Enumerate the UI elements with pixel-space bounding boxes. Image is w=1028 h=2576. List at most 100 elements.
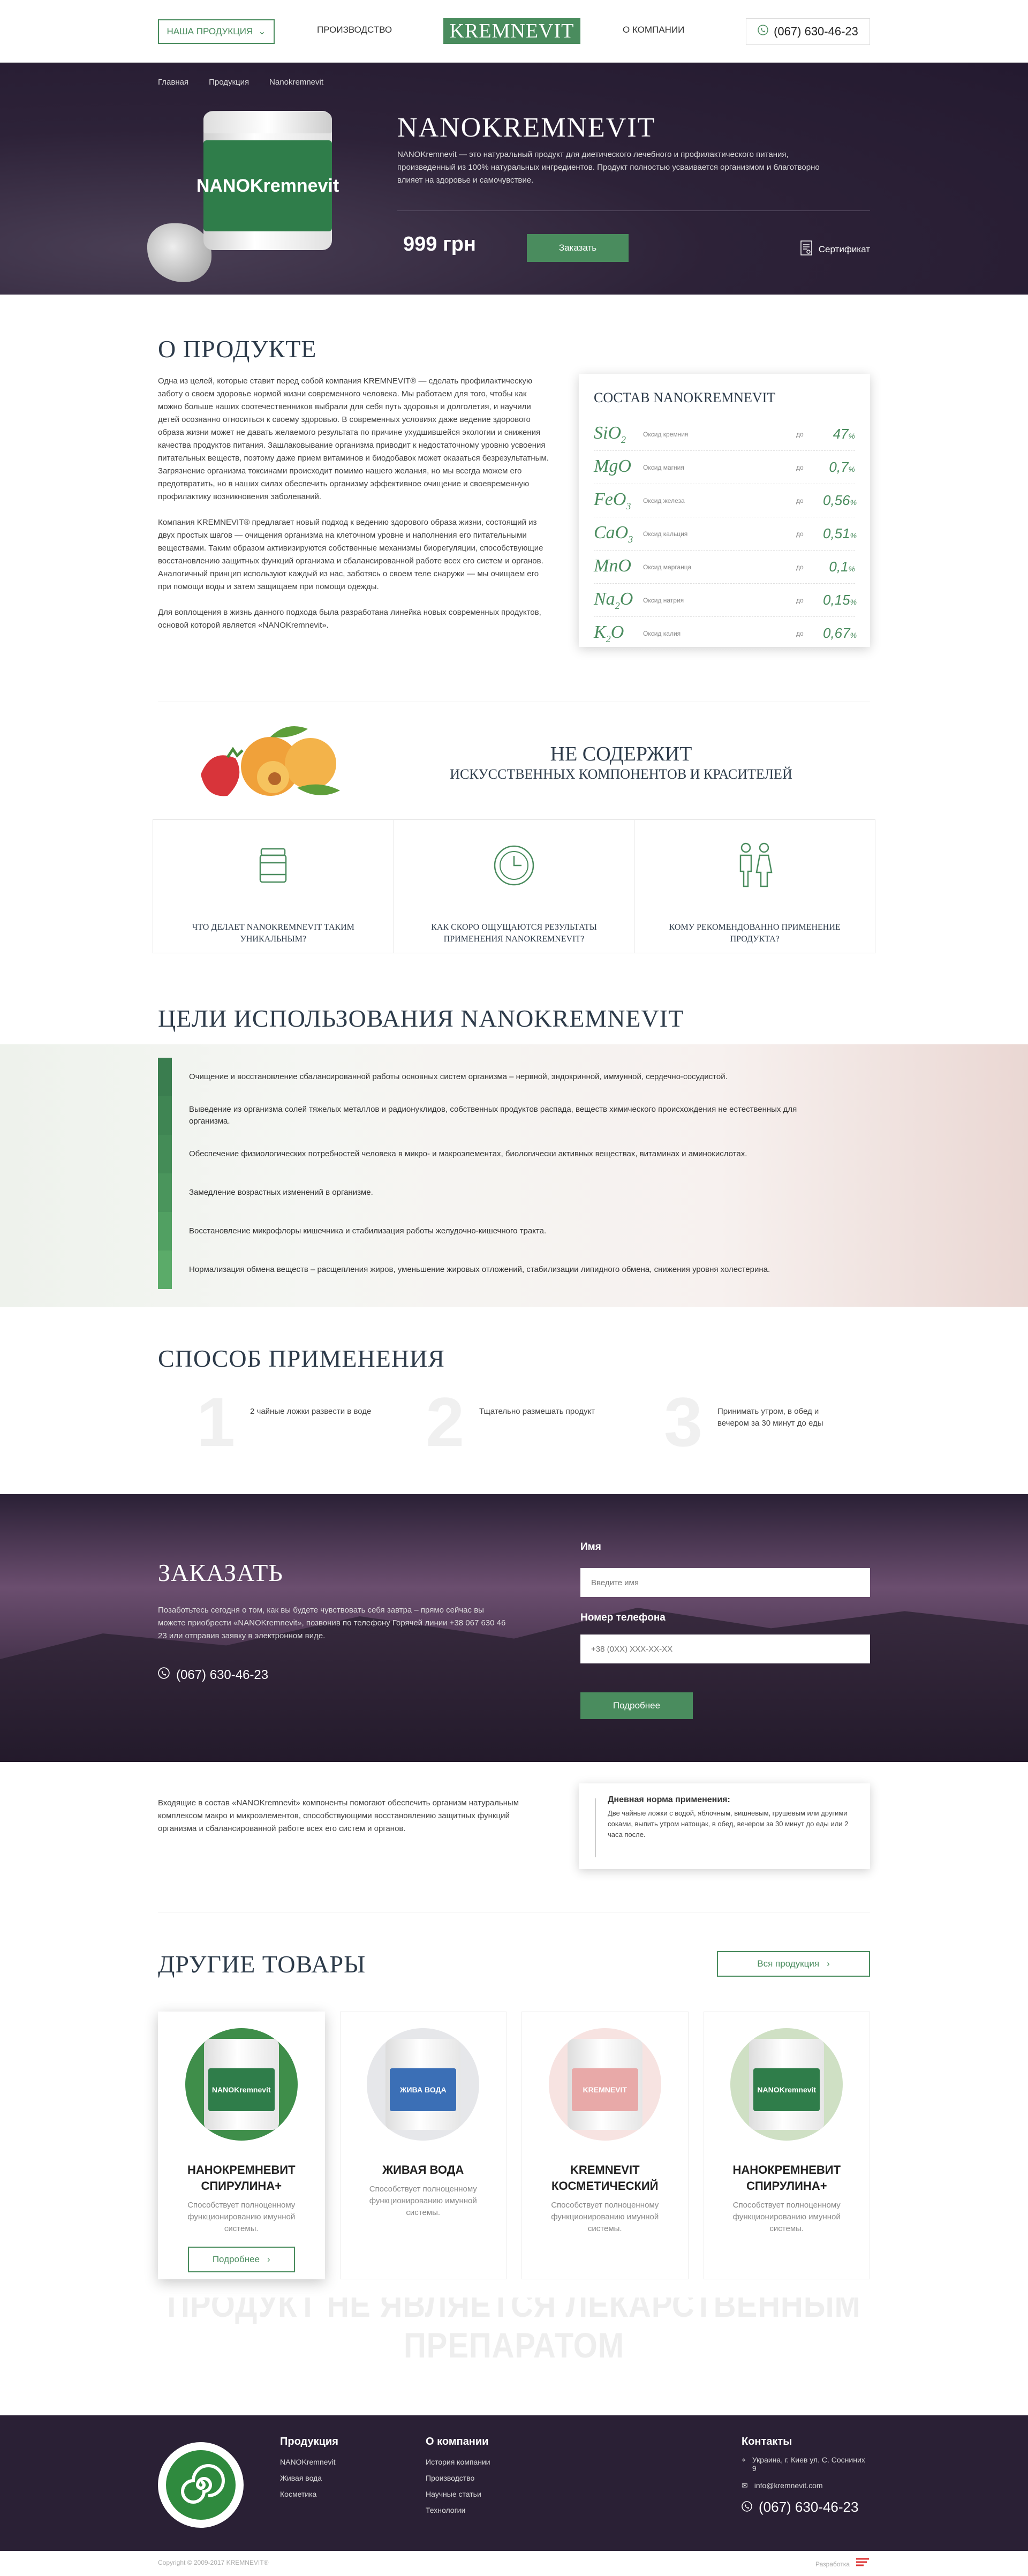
step-text: 2 чайные ложки развести в воде [250,1407,372,1416]
faq-question: КАК СКОРО ОЩУЩАЮТСЯ РЕЗУЛЬТАТЫ ПРИМЕНЕНИ… [431,923,597,944]
disclaimer-section: ПРОДУКТ НЕ ЯВЛЯЕТСЯ ЛЕКАРСТВЕННЫМ ПРЕПАР… [0,2298,1028,2415]
goal-text: Обеспечение физиологических потребностей… [189,1149,747,1158]
method-section: СПОСОБ ПРИМЕНЕНИЯ 1 2 чайные ложки разве… [158,1307,870,1494]
breadcrumb: Главная Продукция Nanokremnevit [158,78,323,87]
element-name: Оксид кальция [643,530,688,538]
goal-text: Выведение из организма солей тяжелых мет… [189,1105,797,1126]
goal-bar [158,1096,172,1135]
footer-link[interactable]: NANOKremnevit [280,2458,338,2466]
goal-item: Очищение и восстановление сбалансированн… [158,1058,870,1096]
nav-production[interactable]: ПРОИЗВОДСТВО [317,25,392,35]
footer-link[interactable]: Производство [426,2474,490,2482]
phone-label: Номер телефона [580,1612,666,1623]
fruit-image [190,715,351,807]
composition-title: СОСТАВ NANOKREMNEVIT [594,390,776,405]
phone-input[interactable] [580,1635,870,1663]
element-prefix: до [796,629,804,637]
order-button[interactable]: Заказать [527,234,629,262]
about-title: О ПРОДУКТЕ [158,335,317,363]
location-icon: ⌖ [742,2456,746,2464]
element-name: Оксид марганца [643,563,692,571]
breadcrumb-home[interactable]: Главная [158,78,188,87]
product-card[interactable]: NANOKremnevit НАНОКРЕМНЕВИТ СПИРУЛИНА+ Спо… [158,2012,325,2279]
composition-row: MnO Оксид марганца до 0,1% [594,551,855,584]
all-products-button[interactable]: Вся продукция › [717,1951,870,1977]
footer-link[interactable]: Живая вода [280,2474,338,2482]
footer-link[interactable]: Научные статьи [426,2490,490,2498]
product-price: 999 грн [403,233,476,255]
goal-item: Выведение из организма солей тяжелых мет… [158,1096,870,1135]
element-formula: SiO2 [594,423,626,445]
header-phone[interactable]: (067) 630-46-23 [746,18,870,45]
footer-company-title: О компании [426,2436,489,2447]
certificate-label: Сертификат [818,244,870,254]
product-jar-label: KREMNEVIT [571,2068,638,2111]
composition-row: K2O Оксид калия до 0,67% [594,617,857,650]
composition-row: MgO Оксид магния до 0,7% [594,451,855,484]
footer-link[interactable]: Косметика [280,2490,338,2498]
product-name: ЖИВАЯ ВОДА [382,2163,464,2176]
footer-link[interactable]: Технологии [426,2506,490,2514]
footer-link[interactable]: История компании [426,2458,490,2466]
developer-logo-icon [855,2558,870,2570]
footer-email[interactable]: info@kremnevit.com [754,2481,823,2490]
goal-bar [158,1212,172,1251]
product-cards: NANOKremnevit НАНОКРЕМНЕВИТ СПИРУЛИНА+ Спо… [158,2012,870,2279]
product-card[interactable]: ЖИВА ВОДА ЖИВАЯ ВОДА Способствует полноцен… [339,2012,507,2279]
all-products-label: Вся продукция [757,1959,820,1969]
product-description: Способствует полноценному функционирован… [187,2201,296,2233]
order-phone[interactable]: (067) 630-46-23 [158,1667,268,1683]
product-jar: NANOKremnevit [749,2039,825,2130]
other-products-title: ДРУГИЕ ТОВАРЫ [158,1950,366,1978]
step-number: 2 [426,1383,465,1461]
footer-contacts-title: Контакты [742,2436,792,2447]
goal-item: Восстановление микрофлоры кишечника и ст… [158,1212,870,1251]
faq-question: КОМУ РЕКОМЕНДОВАННО ПРИМЕНЕНИЕ ПРОДУКТА? [669,923,841,944]
element-name: Оксид кремния [643,430,689,438]
spiral-logo-icon [166,2450,236,2520]
certificate-link[interactable]: Сертификат [800,240,870,258]
product-jar-label: ЖИВА ВОДА [390,2068,457,2111]
products-menu-button[interactable]: НАША ПРОДУКЦИЯ ⌄ [158,19,275,44]
element-name: Оксид железа [643,496,685,504]
phone-icon [158,1667,170,1683]
site-logo[interactable]: KREMNEVIT [443,18,580,44]
nav-about[interactable]: О КОМПАНИИ [623,25,684,35]
product-description: Способствует полноценному функционирован… [551,2201,659,2233]
product-title: NANOKREMNEVIT [397,112,656,143]
about-paragraph: Компания KREMNEVIT® предлагает новый под… [158,518,543,591]
developer-label: Разработка [815,2560,850,2568]
footer-logo[interactable] [158,2442,244,2528]
footer-address: Украина, г. Киев ул. С. Сосниних 9 [752,2456,865,2473]
faq-card-unique[interactable]: ЧТО ДЕЛАЕТ NANOKREMNEVIT ТАКИМ УНИКАЛЬНЫ… [153,820,394,953]
certificate-icon [800,240,812,258]
faq-card-results[interactable]: КАК СКОРО ОЩУЩАЮТСЯ РЕЗУЛЬТАТЫ ПРИМЕНЕНИ… [394,820,635,953]
name-input[interactable] [580,1568,870,1597]
composition-row: CaO3 Оксид кальция до 0,51% [594,517,857,551]
developer-link[interactable]: Разработка [815,2558,870,2570]
goal-text: Очищение и восстановление сбалансированн… [189,1072,728,1081]
goal-bar [158,1135,172,1173]
phone-icon [758,25,768,39]
goal-text: Восстановление микрофлоры кишечника и ст… [189,1226,547,1236]
footer-products-title: Продукция [280,2436,338,2447]
product-image: KREMNEVIT [548,2028,661,2141]
product-card[interactable]: NANOKremnevit НАНОКРЕМНЕВИТ СПИРУЛИНА+ Спо… [703,2012,870,2279]
element-name: Оксид калия [643,629,681,637]
chevron-right-icon: › [827,1959,830,1969]
faq-card-recommended[interactable]: КОМУ РЕКОМЕНДОВАННО ПРИМЕНЕНИЕ ПРОДУКТА? [634,820,875,953]
element-prefix: до [796,463,804,471]
product-card[interactable]: KREMNEVIT KREMNEVIT КОСМЕТИЧЕСКИЙ Способст… [521,2012,689,2279]
jar-lid [203,112,332,133]
daily-text: Входящие в состав «NANOKremnevit» компон… [158,1798,519,1833]
composition-card: СОСТАВ NANOKREMNEVIT SiO2 Оксид кремния до… [579,374,870,650]
submit-button[interactable]: Подробнее [580,1692,693,1719]
footer-phone[interactable]: (067) 630-46-23 [759,2499,858,2515]
footer-company-column: О компании История компании Производство… [426,2436,490,2522]
more-button[interactable]: Подробнее › [187,2247,295,2272]
element-prefix: до [796,496,804,504]
breadcrumb-products[interactable]: Продукция [209,78,249,87]
disclaimer-text: ПРОДУКТ НЕ ЯВЛЯЕТСЯ ЛЕКАРСТВЕННЫМ ПРЕПАР… [167,2298,861,2365]
name-label: Имя [580,1541,601,1553]
products-menu-label: НАША ПРОДУКЦИЯ [167,26,253,36]
